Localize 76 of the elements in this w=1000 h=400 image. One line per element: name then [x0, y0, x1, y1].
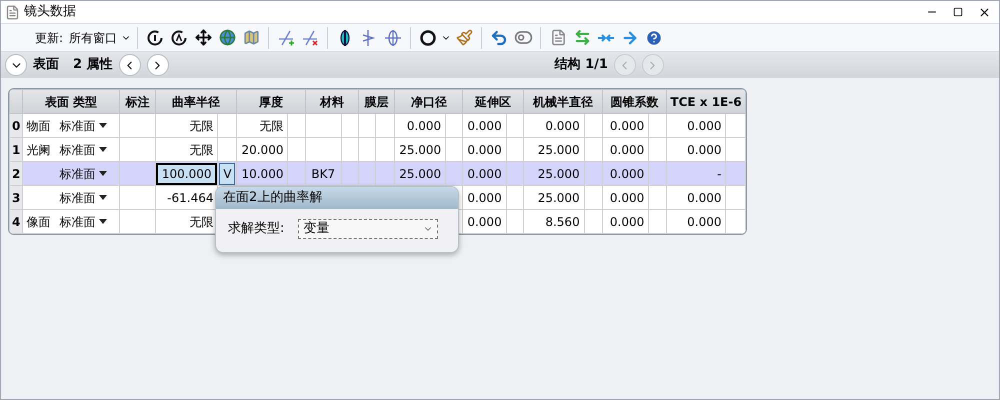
surface-type-dropdown[interactable]: 标准面	[59, 212, 108, 230]
table-cell-text: 0.000	[608, 118, 646, 134]
table-cell-text: 无限	[258, 118, 284, 134]
property-label: 2 属性	[73, 56, 113, 74]
column-header: 标注	[125, 94, 150, 108]
caret-icon	[99, 171, 108, 176]
table-cell-text: 25.000	[536, 166, 581, 182]
table-cell-text: 0.000	[466, 214, 503, 230]
table-row[interactable]: 2 标准面 100.000 V 10.000 BK7 25.000 0.000 25.000 0.000 -	[10, 162, 746, 186]
table-cell-text: 0.000	[608, 190, 646, 206]
table-cell-text: -61.464	[166, 190, 214, 206]
column-header: 净口径	[410, 94, 447, 108]
table-cell-text: 0.000	[544, 118, 581, 134]
table-cell-text: 0.000	[466, 142, 503, 158]
solve-type-dropdown[interactable]: 变量	[298, 219, 438, 239]
surface-label: 表面	[33, 56, 59, 74]
table-cell: 100.000	[156, 162, 218, 184]
table-cell-text: -	[716, 166, 722, 182]
table-cell-text: 25.000	[536, 142, 581, 158]
table-cell-text: 0.000	[608, 214, 646, 230]
previous-button[interactable]	[118, 54, 141, 76]
solve-type-label: 求解类型:	[228, 220, 284, 238]
row-number: 2	[12, 166, 20, 180]
column-header: 表面 类型	[44, 94, 98, 108]
surface-comment: 光阑	[26, 142, 52, 158]
row-number: 1	[12, 142, 20, 156]
table-cell-text: 0.000	[686, 214, 722, 230]
popup-title: 在面2上的曲率解	[223, 189, 322, 208]
table-row[interactable]: 0 物面 标准面 无限 无限 0.000 0.000 0.000 0.000 0.000	[10, 114, 746, 138]
surface-comment: 物面	[26, 118, 52, 134]
surface-comment: 像面	[26, 214, 52, 230]
caret-icon	[99, 147, 108, 152]
column-header: 机械半直径	[532, 94, 593, 108]
table-cell-text: 8.560	[544, 214, 581, 230]
caret-icon	[99, 195, 108, 200]
table-cell-text: 10.000	[240, 166, 284, 182]
table-cell-text: 25.000	[536, 190, 581, 206]
caret-icon	[99, 219, 108, 224]
table-cell-text: BK7	[310, 166, 336, 182]
window-title: 镜头数据	[24, 3, 76, 22]
table-cell-text: 无限	[188, 142, 214, 158]
table-cell-text: 0.000	[466, 166, 503, 182]
config-label: 结构 1/1	[554, 56, 608, 74]
collapse-button[interactable]	[5, 54, 27, 76]
table-cell-text: 0.000	[608, 166, 646, 182]
row-number: 0	[12, 118, 20, 132]
surface-type-dropdown[interactable]: 标准面	[59, 140, 108, 158]
update-dropdown[interactable]: 所有窗口	[69, 28, 132, 46]
column-header: TCE x 1E-6	[670, 94, 742, 108]
table-cell-text: 0.000	[686, 118, 722, 134]
table-cell-text: 25.000	[398, 142, 442, 158]
column-header: 厚度	[259, 94, 284, 108]
column-header: 膜层	[364, 94, 389, 108]
column-header: 延伸区	[475, 94, 512, 108]
table-cell-text: 0.000	[608, 142, 646, 158]
table-cell-text: 0.000	[406, 118, 442, 134]
column-header: 材料	[320, 94, 344, 108]
document-icon	[5, 4, 20, 20]
caret-icon	[99, 123, 108, 128]
row-number: 4	[12, 214, 20, 228]
table-cell-text: 25.000	[398, 166, 442, 182]
column-header: 曲率半径	[172, 94, 220, 108]
column-header: 圆锥系数	[610, 94, 658, 108]
table-cell-text: 0.000	[466, 190, 503, 206]
table-row[interactable]: 1 光阑 标准面 无限 20.000 25.000 0.000 25.000 0.000 0.000	[10, 138, 746, 162]
row-number: 3	[12, 190, 20, 204]
table-cell-text: 无限	[188, 118, 214, 134]
table-cell-text: 0.000	[686, 142, 722, 158]
update-label: 更新:	[35, 30, 64, 46]
table-cell-text: 无限	[188, 214, 214, 230]
table-cell-text: 0.000	[466, 118, 503, 134]
surface-type-dropdown[interactable]: 标准面	[59, 116, 108, 134]
solve-cell[interactable]: V	[219, 162, 236, 184]
table-cell-text: 0.000	[686, 190, 722, 206]
table-cell-text: 20.000	[240, 142, 284, 158]
next-button[interactable]	[146, 54, 169, 76]
